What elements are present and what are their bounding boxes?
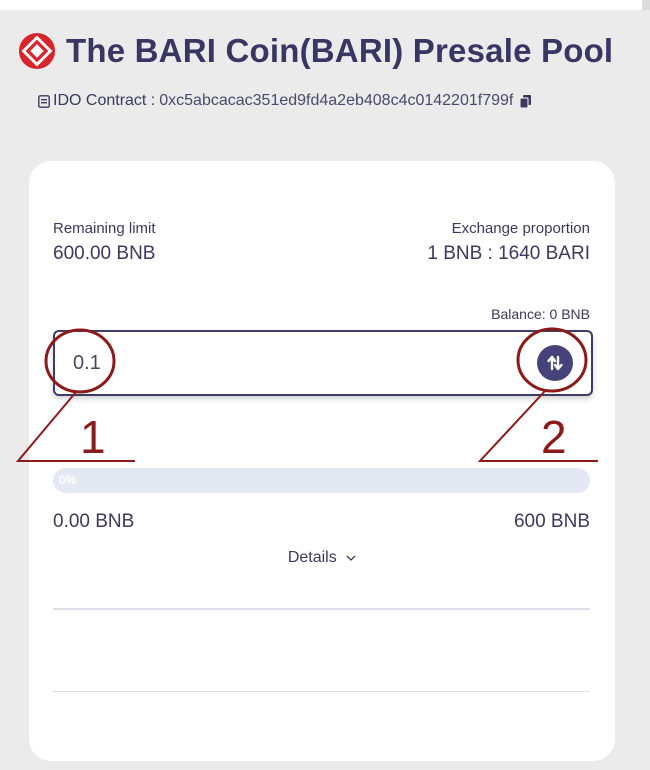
top-bar [0,0,650,10]
exchange-proportion-label: Exchange proportion [451,220,590,237]
contract-info: IDO Contract : 0xc5abcacac351ed9fd4a2eb4… [38,92,532,110]
exchange-proportion-value: 1 BNB : 1640 BARI [427,243,590,264]
presale-card: Remaining limit 600.00 BNB Exchange prop… [29,161,615,761]
contract-icon [38,94,50,108]
amount-input[interactable] [71,346,495,380]
remaining-limit-label: Remaining limit [53,220,156,237]
progress-bar: 0% [53,468,590,493]
details-label: Details [287,549,337,566]
raised-amount: 0.00 BNB [53,511,135,532]
page-title: The BARI Coin(BARI) Presale Pool [66,32,614,69]
copy-icon[interactable] [520,94,532,108]
scrollbar-corner [642,0,650,10]
hard-cap-amount: 600 BNB [513,511,590,532]
amount-input-box [53,330,593,396]
swap-button[interactable] [537,345,573,381]
contract-address[interactable]: 0xc5abcacac351ed9fd4a2eb408c4c0142201f79… [159,92,513,110]
divider [53,608,590,610]
page-header: The BARI Coin(BARI) Presale Pool [18,32,613,70]
remaining-limit-value: 600.00 BNB [53,243,156,264]
bari-logo-icon [18,32,56,70]
divider [53,691,590,692]
details-toggle[interactable]: Details [29,549,615,567]
annotation-label-1: 1 [80,411,106,463]
progress-percent: 0% [59,473,77,487]
swap-icon [547,355,563,371]
annotation-label-2: 2 [541,411,567,463]
balance-text: Balance: 0 BNB [491,306,590,322]
chevron-down-icon [346,555,356,561]
contract-label: IDO Contract : [53,92,156,109]
